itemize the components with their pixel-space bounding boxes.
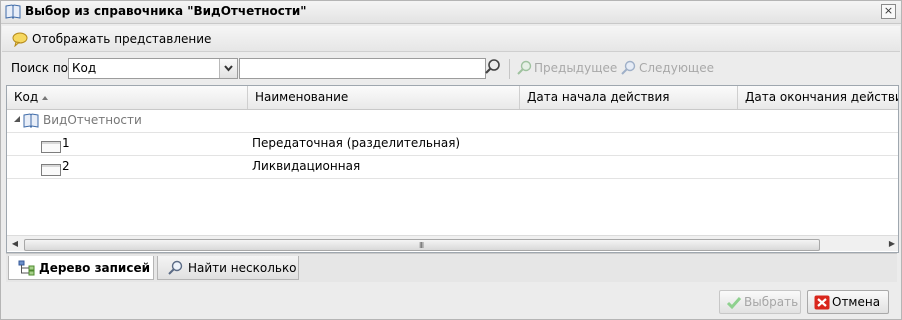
sort-asc-icon <box>42 95 49 100</box>
book-icon <box>23 113 39 129</box>
column-header-start-date[interactable]: Дата начала действия <box>520 86 738 109</box>
record-icon <box>41 161 61 176</box>
tab-find-multiple[interactable]: Найти несколько <box>157 256 299 280</box>
record-icon <box>41 138 61 153</box>
cancel-icon <box>814 295 830 310</box>
title-bar: Выбор из справочника "ВидОтчетности" × <box>1 1 901 24</box>
grid-header: Код Наименование Дата начала действия Да… <box>7 86 898 110</box>
cancel-label: Отмена <box>832 295 881 309</box>
close-icon: × <box>883 4 894 17</box>
book-icon <box>5 4 21 22</box>
search-input[interactable] <box>239 58 486 79</box>
previous-label: Предыдущее <box>534 61 618 75</box>
column-header-code[interactable]: Код <box>7 86 248 109</box>
check-icon <box>726 297 742 310</box>
tree-root-label: ВидОтчетности <box>43 113 142 127</box>
tab-record-tree-label: Дерево записей <box>39 261 150 275</box>
dialog-window: Выбор из справочника "ВидОтчетности" × О… <box>0 0 902 320</box>
cell-code: 1 <box>62 136 70 150</box>
cell-code: 2 <box>62 159 70 173</box>
select-button[interactable]: Выбрать <box>719 290 801 314</box>
search-field-select[interactable]: Код <box>68 58 238 79</box>
search-prev-icon <box>517 60 532 75</box>
search-toolbar: Поиск по Код Предыдущее Следующее <box>2 55 900 83</box>
tab-record-tree[interactable]: Дерево записей <box>8 256 154 280</box>
next-label: Следующее <box>639 61 714 75</box>
search-next-icon <box>621 60 636 75</box>
table-row[interactable]: 1 Передаточная (разделительная) <box>7 132 898 156</box>
close-button[interactable]: × <box>881 4 896 19</box>
toolbar-separator <box>509 59 510 79</box>
scroll-right-icon[interactable]: ▶ <box>887 238 897 249</box>
view-toolbar: Отображать представление <box>2 26 900 52</box>
search-by-label: Поиск по <box>11 61 69 75</box>
speech-bubble-icon <box>12 32 28 47</box>
dropdown-button[interactable] <box>219 59 237 78</box>
chevron-down-icon <box>224 65 233 72</box>
search-icon <box>485 59 500 74</box>
column-header-end-date[interactable]: Дата окончания действия <box>738 86 898 109</box>
search-button[interactable] <box>484 58 503 79</box>
search-field-value: Код <box>72 61 97 75</box>
table-row[interactable]: 2 Ликвидационная <box>7 155 898 179</box>
horizontal-scrollbar[interactable]: ◀ III ▶ <box>7 235 898 251</box>
select-label: Выбрать <box>744 295 799 309</box>
scroll-grip: III <box>419 241 424 250</box>
bottom-tabs: Дерево записей Найти несколько <box>6 253 897 282</box>
scrollbar-thumb[interactable]: III <box>24 239 820 251</box>
dialog-title: Выбор из справочника "ВидОтчетности" <box>25 4 307 18</box>
tab-find-multiple-label: Найти несколько <box>188 261 297 275</box>
expand-toggle-icon[interactable] <box>13 109 21 132</box>
tree-root-row[interactable]: ВидОтчетности <box>7 109 898 133</box>
cell-name: Передаточная (разделительная) <box>252 136 461 150</box>
records-grid: Код Наименование Дата начала действия Да… <box>6 85 899 253</box>
cancel-button[interactable]: Отмена <box>807 290 889 314</box>
search-icon <box>168 260 183 275</box>
cell-name: Ликвидационная <box>252 159 361 173</box>
tree-icon <box>18 260 35 276</box>
show-view-label: Отображать представление <box>32 32 212 46</box>
previous-button[interactable]: Предыдущее <box>516 60 618 75</box>
scroll-left-icon[interactable]: ◀ <box>10 238 20 249</box>
next-button[interactable]: Следующее <box>621 60 714 75</box>
column-header-name[interactable]: Наименование <box>248 86 520 109</box>
